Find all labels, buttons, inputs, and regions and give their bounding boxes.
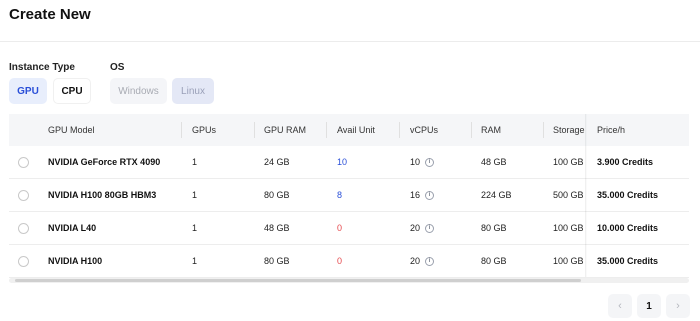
cell-avail-unit: 0 [337, 256, 343, 266]
cell-vcpus: 20 i [410, 245, 435, 278]
os-label: OS [110, 62, 125, 73]
table-row[interactable]: NVIDIA H100 1 80 GB 0 20 i 80 GB 100 GB 3… [9, 245, 689, 278]
cell-gpus: 1 [192, 256, 198, 266]
vcpus-value: 16 [410, 190, 421, 200]
pagination-prev-button[interactable]: ‹ [608, 294, 632, 318]
instance-type-label: Instance Type [9, 62, 75, 73]
cell-ram: 224 GB [481, 190, 512, 200]
cell-gpu-ram: 80 GB [264, 190, 290, 200]
cell-gpu-ram: 24 GB [264, 157, 290, 167]
header-ram: RAM [481, 125, 501, 135]
header-gpu-ram: GPU RAM [264, 125, 307, 135]
cell-gpu-ram: 48 GB [264, 223, 290, 233]
instance-type-cpu-button[interactable]: CPU [53, 78, 91, 104]
column-divider [399, 122, 400, 138]
pagination-page-1[interactable]: 1 [637, 294, 661, 318]
table-header: GPU Model GPUs GPU RAM Avail Unit vCPUs … [9, 114, 689, 146]
row-select-radio[interactable] [18, 190, 29, 201]
cell-avail-unit: 0 [337, 223, 343, 233]
cell-gpu-model: NVIDIA GeForce RTX 4090 [48, 157, 161, 167]
cell-gpus: 1 [192, 190, 198, 200]
gpu-table: GPU Model GPUs GPU RAM Avail Unit vCPUs … [9, 114, 689, 284]
cell-price: 35.000 Credits [597, 256, 659, 266]
row-select-radio[interactable] [18, 223, 29, 234]
cell-ram: 48 GB [481, 157, 507, 167]
cell-storage: 100 GB [553, 223, 584, 233]
cell-storage: 100 GB [553, 157, 584, 167]
cell-gpu-model: NVIDIA L40 [48, 223, 97, 233]
cell-price: 35.000 Credits [597, 190, 659, 200]
vcpus-value: 10 [410, 157, 421, 167]
os-linux-button[interactable]: Linux [172, 78, 214, 104]
column-divider [181, 122, 182, 138]
cell-vcpus: 20 i [410, 212, 435, 245]
header-storage: Storage [553, 125, 585, 135]
cell-gpus: 1 [192, 157, 198, 167]
instance-type-gpu-button[interactable]: GPU [9, 78, 47, 104]
cell-storage: 500 GB [553, 190, 584, 200]
info-circle-icon[interactable]: i [425, 257, 435, 267]
row-select-radio[interactable] [18, 256, 29, 267]
horizontal-scrollbar-thumb[interactable] [15, 279, 581, 282]
cell-gpu-ram: 80 GB [264, 256, 290, 266]
cell-vcpus: 10 i [410, 146, 435, 179]
header-price: Price/h [597, 125, 626, 135]
cell-ram: 80 GB [481, 256, 507, 266]
table-row[interactable]: NVIDIA H100 80GB HBM3 1 80 GB 8 16 i 224 … [9, 179, 689, 212]
table-row[interactable]: NVIDIA L40 1 48 GB 0 20 i 80 GB 100 GB 10… [9, 212, 689, 245]
cell-ram: 80 GB [481, 223, 507, 233]
cell-price: 10.000 Credits [597, 223, 659, 233]
os-windows-button[interactable]: Windows [110, 78, 167, 104]
cell-gpu-model: NVIDIA H100 [48, 256, 103, 266]
cell-storage: 100 GB [553, 256, 584, 266]
header-vcpus: vCPUs [410, 125, 439, 135]
fixed-column-shadow [585, 114, 587, 277]
chevron-left-icon: ‹ [618, 300, 622, 312]
page-title: Create New [9, 6, 91, 23]
info-circle-icon[interactable]: i [425, 191, 435, 201]
column-divider [543, 122, 544, 138]
header-gpu-model: GPU Model [48, 125, 95, 135]
cell-gpu-model: NVIDIA H100 80GB HBM3 [48, 190, 157, 200]
vcpus-value: 20 [410, 223, 421, 233]
table-row[interactable]: NVIDIA GeForce RTX 4090 1 24 GB 10 10 i 4… [9, 146, 689, 179]
cell-avail-unit: 10 [337, 157, 348, 167]
title-divider [0, 41, 700, 42]
column-divider [471, 122, 472, 138]
header-avail-unit: Avail Unit [337, 125, 375, 135]
column-divider [326, 122, 327, 138]
cell-avail-unit: 8 [337, 190, 343, 200]
pagination-next-button[interactable]: › [666, 294, 690, 318]
row-select-radio[interactable] [18, 157, 29, 168]
cell-price: 3.900 Credits [597, 157, 654, 167]
cell-gpus: 1 [192, 223, 198, 233]
header-gpus: GPUs [192, 125, 217, 135]
info-circle-icon[interactable]: i [425, 158, 435, 168]
vcpus-value: 20 [410, 256, 421, 266]
column-divider [254, 122, 255, 138]
info-circle-icon[interactable]: i [425, 224, 435, 234]
chevron-right-icon: › [676, 300, 680, 312]
cell-vcpus: 16 i [410, 179, 435, 212]
